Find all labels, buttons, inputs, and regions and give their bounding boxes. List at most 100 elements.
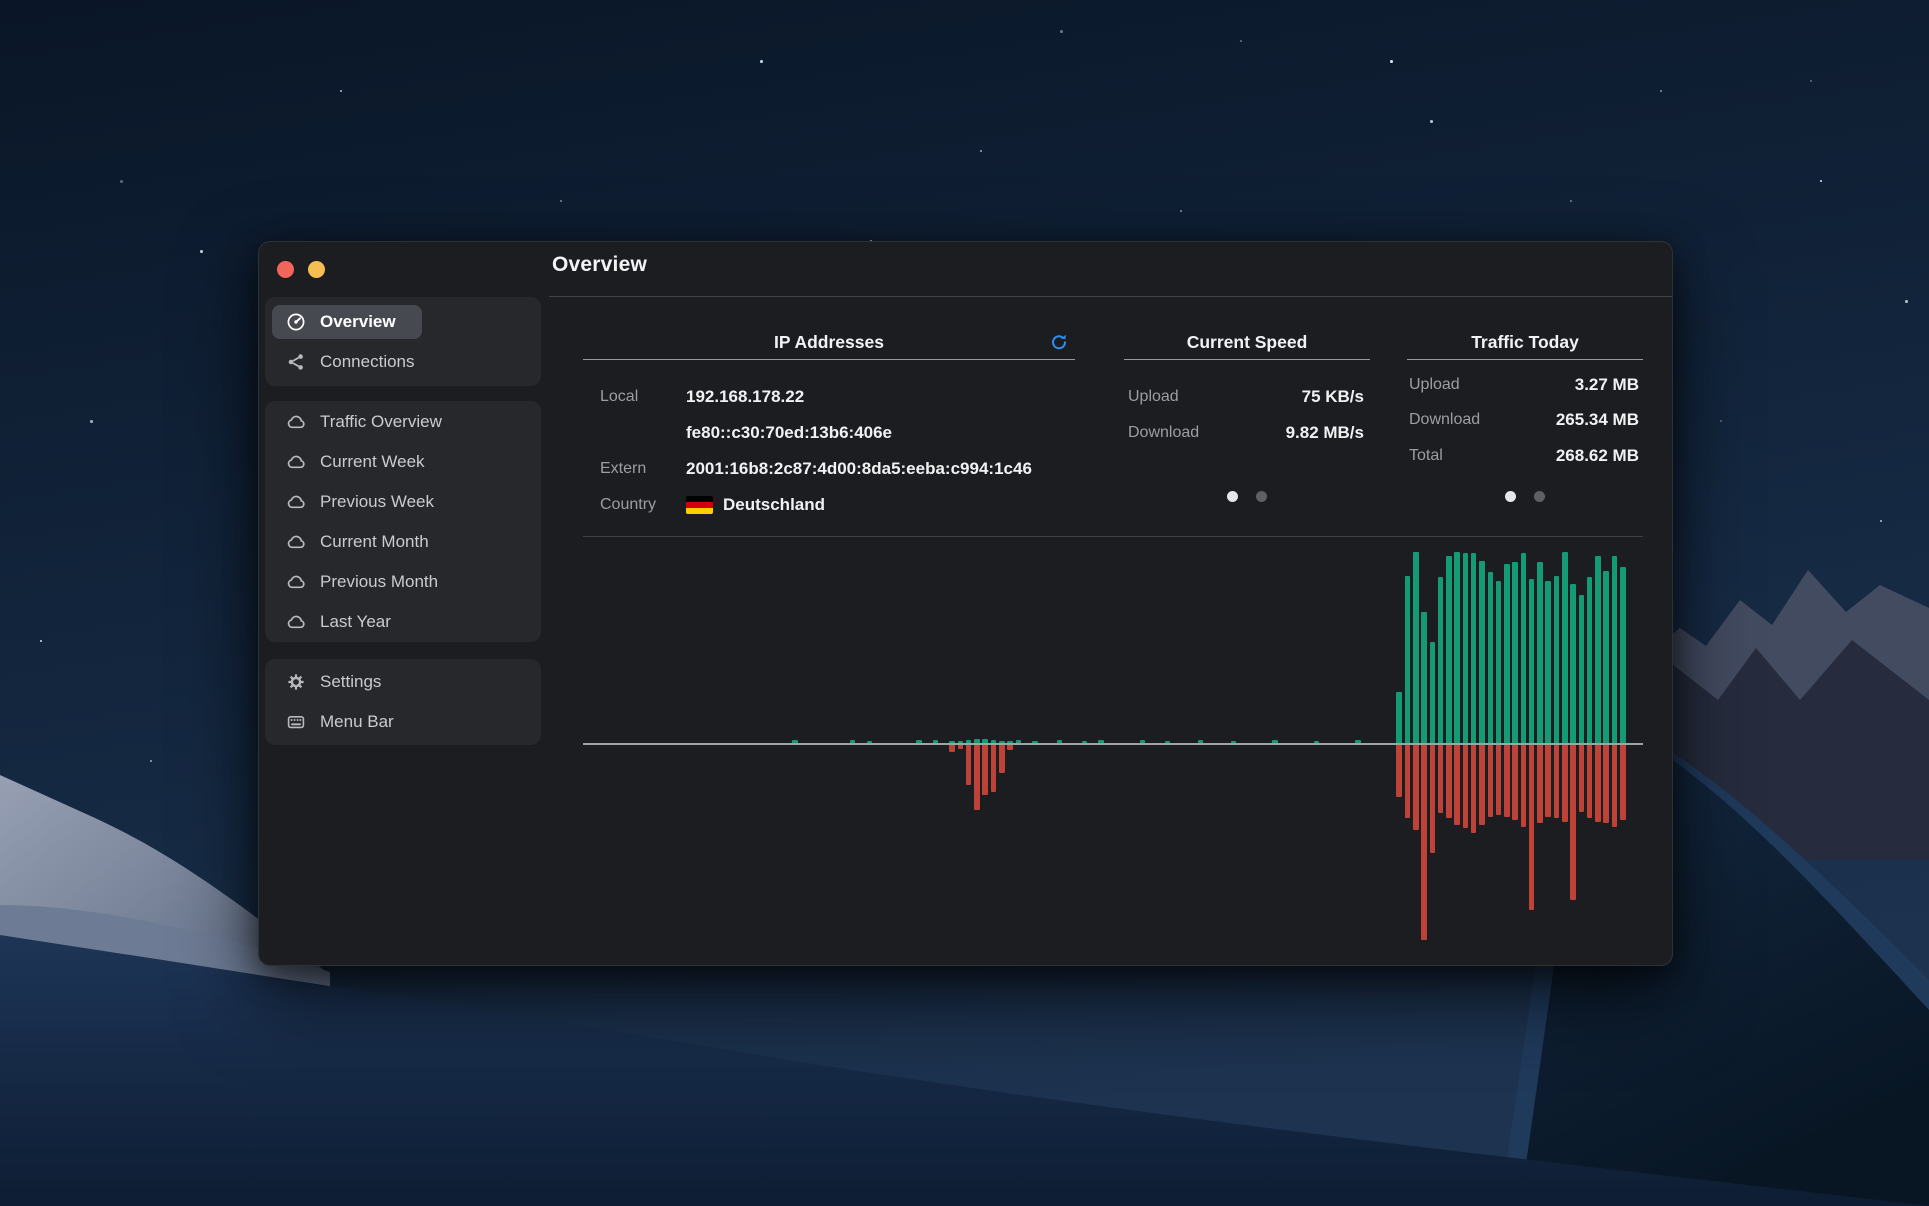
row-value-text: 9.82 MB/s [1286, 423, 1364, 443]
upload-bar [1545, 745, 1551, 817]
download-bar [1537, 562, 1543, 744]
download-bar [1603, 571, 1609, 744]
row-value-text: 3.27 MB [1575, 375, 1639, 395]
menubar-icon [285, 711, 307, 733]
chart-baseline [583, 743, 1643, 746]
cloud-icon [285, 611, 307, 633]
traffic-row: Total268.62 MB [1407, 438, 1643, 474]
cloud-icon [285, 531, 307, 553]
minimize-button[interactable] [308, 261, 325, 278]
sidebar-item-label: Previous Month [320, 572, 438, 592]
upload-bar [1496, 745, 1502, 815]
panel-divider [1407, 359, 1643, 360]
sidebar-item-previous-month[interactable]: Previous Month [272, 562, 464, 602]
share-icon [285, 351, 307, 373]
sidebar: Overview Connections Traffic Overview Curre… [265, 297, 541, 965]
sidebar-item-menu-bar[interactable]: Menu Bar [272, 702, 420, 742]
sidebar-group-0: Overview Connections [265, 297, 541, 386]
upload-bar [1405, 745, 1411, 818]
star [1905, 300, 1908, 303]
upload-bar [1504, 745, 1510, 817]
upload-bar [1454, 745, 1460, 825]
download-bar [1570, 584, 1576, 744]
star [90, 420, 93, 423]
row-value-text: fe80::c30:70ed:13b6:406e [686, 423, 892, 443]
panel-title-text: IP Addresses [774, 332, 884, 352]
star [560, 200, 562, 202]
download-bar [1413, 552, 1419, 744]
sidebar-item-overview[interactable]: Overview [272, 305, 422, 339]
download-bar [1579, 595, 1585, 744]
upload-bar [1562, 745, 1568, 822]
sidebar-item-label: Previous Week [320, 492, 434, 512]
download-bar [1421, 612, 1427, 744]
download-bar [1446, 556, 1452, 744]
refresh-icon[interactable] [1049, 332, 1069, 352]
page-dot-0[interactable] [1227, 491, 1238, 502]
row-value: 9.82 MB/s [1286, 423, 1364, 443]
ip-addresses-panel: IP Addresses Local192.168.178.22fe80::c3… [583, 332, 1075, 523]
page-dot-1[interactable] [1256, 491, 1267, 502]
panel-divider [1124, 359, 1370, 360]
speed-page-dots [1124, 491, 1370, 502]
sidebar-item-current-month[interactable]: Current Month [272, 522, 455, 562]
row-label: Total [1409, 447, 1443, 465]
content-divider [583, 536, 1643, 537]
panel-title-text: Current Speed [1187, 332, 1308, 352]
download-bar [1512, 562, 1518, 744]
download-bar [1396, 692, 1402, 744]
row-value: 265.34 MB [1556, 410, 1639, 430]
download-bar [1545, 581, 1551, 744]
upload-bar [1430, 745, 1436, 853]
star [760, 60, 763, 63]
row-value-text: 265.34 MB [1556, 410, 1639, 430]
sidebar-item-last-year[interactable]: Last Year [272, 602, 417, 642]
traffic-rows: Upload3.27 MBDownload265.34 MBTotal268.6… [1407, 367, 1643, 474]
sidebar-item-label: Connections [320, 352, 415, 372]
row-value-text: Deutschland [723, 495, 825, 515]
upload-bar [1007, 745, 1013, 750]
star [1060, 30, 1063, 33]
upload-bar [1570, 745, 1576, 900]
download-bar [1463, 553, 1469, 744]
star [150, 760, 152, 762]
download-bar [1488, 572, 1494, 744]
sidebar-item-label: Traffic Overview [320, 412, 442, 432]
download-bar [1587, 577, 1593, 744]
upload-bar [1488, 745, 1494, 817]
sidebar-item-current-week[interactable]: Current Week [272, 442, 451, 482]
upload-bar [949, 745, 955, 752]
row-label: Download [1128, 424, 1199, 442]
cloud-icon [285, 411, 307, 433]
upload-bar [1529, 745, 1535, 910]
cloud-icon [285, 451, 307, 473]
sidebar-item-label: Menu Bar [320, 712, 394, 732]
upload-bar [1595, 745, 1601, 822]
close-button[interactable] [277, 261, 294, 278]
row-value-text: 2001:16b8:2c87:4d00:8da5:eeba:c994:1c46 [686, 459, 1032, 479]
upload-bar [1471, 745, 1477, 833]
panel-divider [583, 359, 1075, 360]
upload-bar [1438, 745, 1444, 813]
panel-title: Traffic Today [1407, 332, 1643, 354]
sidebar-group-1: Traffic Overview Current Week Previous Wee… [265, 401, 541, 642]
star [1820, 180, 1822, 182]
star [40, 640, 42, 642]
sidebar-item-previous-week[interactable]: Previous Week [272, 482, 460, 522]
row-value: Deutschland [686, 495, 825, 515]
gauge-icon [285, 311, 307, 333]
sidebar-item-connections[interactable]: Connections [272, 342, 441, 382]
upload-bar [1446, 745, 1452, 818]
titlebar-divider [549, 296, 1672, 297]
download-bar [1620, 567, 1626, 744]
star [1720, 420, 1722, 422]
panel-title: Current Speed [1124, 332, 1370, 354]
row-label: Local [600, 388, 686, 406]
ip-row: Extern2001:16b8:2c87:4d00:8da5:eeba:c994… [600, 451, 1075, 487]
page-dot-1[interactable] [1534, 491, 1545, 502]
sidebar-item-traffic-overview[interactable]: Traffic Overview [272, 402, 468, 442]
germany-flag-icon [686, 496, 713, 514]
sidebar-item-settings[interactable]: Settings [272, 662, 407, 702]
upload-bar [974, 745, 980, 810]
page-dot-0[interactable] [1505, 491, 1516, 502]
